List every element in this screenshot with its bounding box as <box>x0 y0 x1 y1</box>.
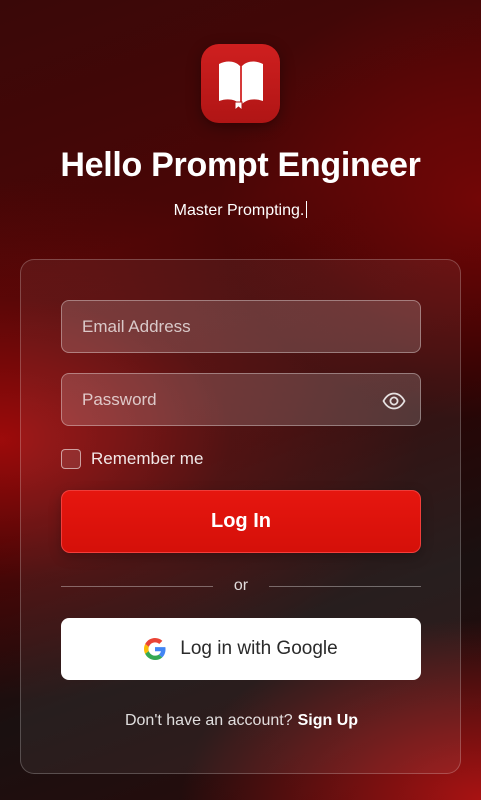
password-field[interactable] <box>62 374 420 425</box>
email-field[interactable] <box>62 301 420 352</box>
google-login-button[interactable]: Log in with Google <box>61 618 421 680</box>
google-g-icon <box>144 638 166 660</box>
login-button[interactable]: Log In <box>61 490 421 553</box>
signup-row: Don't have an account? Sign Up <box>21 712 462 730</box>
signup-link[interactable]: Sign Up <box>298 712 358 729</box>
eye-icon[interactable] <box>382 389 406 413</box>
google-login-label: Log in with Google <box>180 638 338 659</box>
remember-me-row: Remember me <box>61 448 203 470</box>
tagline: Master Prompting. <box>0 201 481 220</box>
email-field-container <box>61 300 421 353</box>
or-divider: or <box>61 576 421 596</box>
password-field-container <box>61 373 421 426</box>
app-logo <box>201 44 280 123</box>
typing-caret <box>306 201 308 218</box>
signup-prompt: Don't have an account? <box>124 712 293 729</box>
login-card: Remember me Log In or Log in with Google… <box>20 259 461 774</box>
tagline-text: Master Prompting. <box>173 202 305 219</box>
open-book-icon <box>218 61 263 110</box>
page-title: Hello Prompt Engineer <box>60 146 421 184</box>
divider-line-right <box>269 586 421 587</box>
remember-me-checkbox[interactable] <box>61 449 81 469</box>
remember-me-label[interactable]: Remember me <box>91 449 203 469</box>
